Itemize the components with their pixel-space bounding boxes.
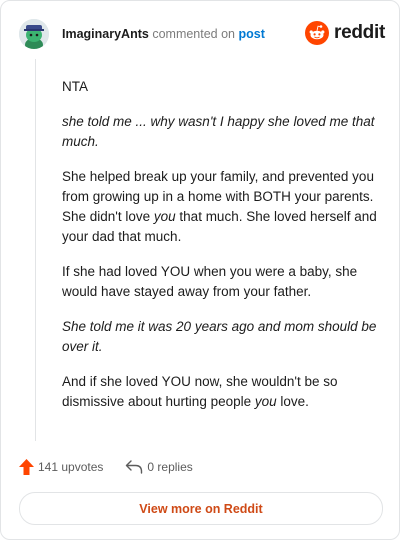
post-link[interactable]: post <box>239 27 265 41</box>
upvote-count: 141 upvotes <box>38 460 104 474</box>
commented-on-text: commented on <box>152 27 236 41</box>
comment-paragraph-4: If she had loved YOU when you were a bab… <box>62 264 358 299</box>
user-avatar[interactable] <box>19 19 49 49</box>
comment-emphasis: you <box>153 209 176 224</box>
comment-meta: ImaginaryAnts commented on post <box>62 27 265 41</box>
reply-count: 0 replies <box>147 460 193 474</box>
reddit-logo[interactable]: reddit <box>305 20 385 46</box>
comment-card: ImaginaryAnts commented on post reddit N… <box>0 0 400 540</box>
comment-text: love. <box>276 394 309 409</box>
comment-paragraph-3: She helped break up your family, and pre… <box>62 167 380 247</box>
snoo-avatar-icon <box>19 19 49 49</box>
reddit-wordmark: reddit <box>334 22 385 43</box>
comment-body: NTA she told me ... why wasn't I happy s… <box>62 77 380 427</box>
comment-paragraph-6: And if she loved YOU now, she wouldn't b… <box>62 372 380 412</box>
thread-line[interactable] <box>35 59 36 441</box>
comment-paragraph-1: NTA <box>62 79 88 94</box>
upvote-arrow-icon <box>19 459 34 475</box>
comment-paragraph-2: she told me ... why wasn't I happy she l… <box>62 114 375 149</box>
username-link[interactable]: ImaginaryAnts <box>62 27 149 41</box>
upvote-button[interactable]: 141 upvotes <box>19 459 103 475</box>
comment-emphasis: you <box>254 394 277 409</box>
comment-header: ImaginaryAnts commented on post reddit <box>19 19 385 53</box>
comment-paragraph-5: She told me it was 20 years ago and mom … <box>62 319 377 354</box>
reddit-snoo-icon <box>305 21 330 45</box>
comment-actions: 141 upvotes 0 replies <box>19 457 215 477</box>
reply-arrow-icon <box>126 460 143 474</box>
reply-button[interactable]: 0 replies <box>125 460 193 474</box>
view-more-button[interactable]: View more on Reddit <box>19 492 383 525</box>
